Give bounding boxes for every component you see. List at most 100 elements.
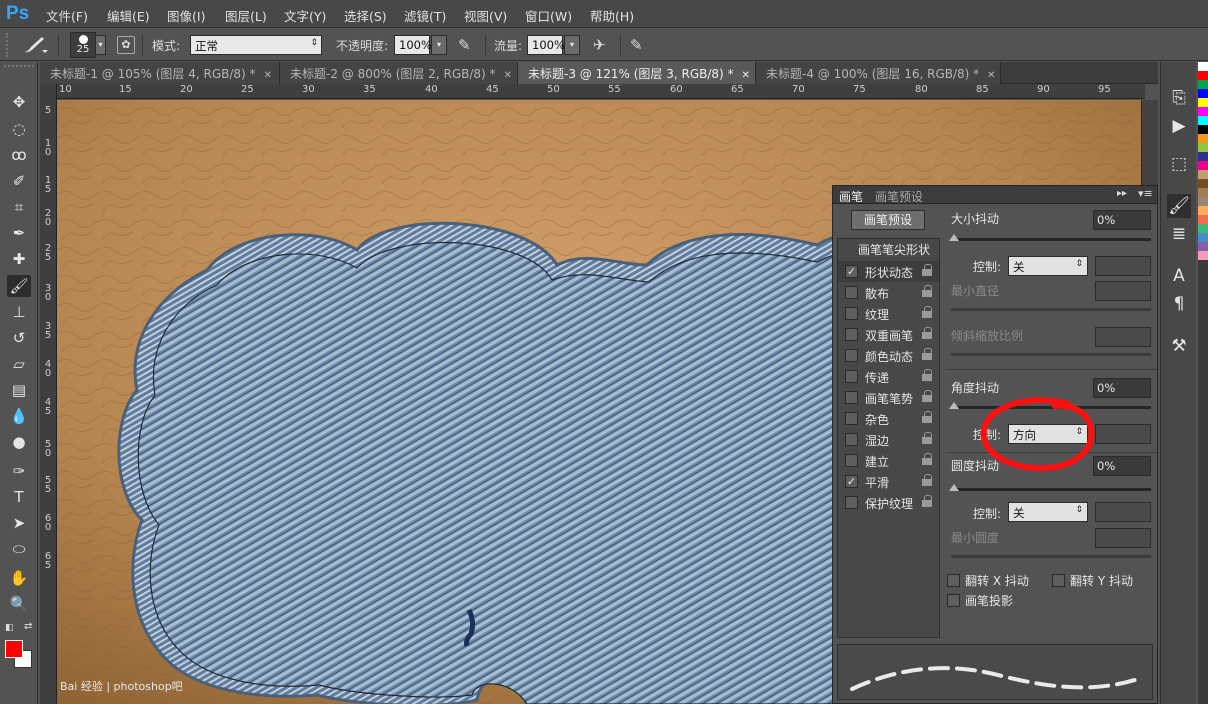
option-checkbox[interactable] xyxy=(845,496,858,509)
brush-size-dropdown[interactable]: ▾ xyxy=(95,35,106,55)
healing-brush-tool-icon[interactable]: ✚ xyxy=(7,248,31,270)
brush-option-item[interactable]: 传递 xyxy=(838,366,939,387)
lock-icon[interactable] xyxy=(922,453,932,465)
brush-option-item[interactable]: 双重画笔 xyxy=(838,324,939,345)
flow-dropdown[interactable]: ▾ xyxy=(564,35,580,55)
brush-presets-icon[interactable]: ≣ xyxy=(1167,222,1191,246)
lock-icon[interactable] xyxy=(922,306,932,318)
default-colors-icon[interactable]: ◧ xyxy=(5,623,14,633)
lasso-tool-icon[interactable]: ꝏ xyxy=(7,144,31,166)
brush-size-picker[interactable]: 25 xyxy=(70,32,96,58)
size-control-select[interactable]: 关 ⇕ xyxy=(1008,256,1088,276)
menu-help[interactable]: 帮助(H) xyxy=(590,6,634,25)
pen-tool-icon[interactable]: ✑ xyxy=(7,460,31,482)
lock-icon[interactable] xyxy=(922,369,932,381)
zoom-tool-icon[interactable]: 🔍 xyxy=(7,593,31,615)
tab-brush-presets[interactable]: 画笔预设 xyxy=(875,188,923,205)
option-checkbox[interactable] xyxy=(845,349,858,362)
menu-window[interactable]: 窗口(W) xyxy=(525,6,572,25)
brush-option-item[interactable]: 纹理 xyxy=(838,303,939,324)
brush-option-item[interactable]: 画笔笔势 xyxy=(838,387,939,408)
menu-layer[interactable]: 图层(L) xyxy=(225,6,267,25)
option-checkbox[interactable] xyxy=(845,433,858,446)
slider-knob[interactable] xyxy=(949,234,959,241)
paragraph-icon[interactable]: ¶ xyxy=(1167,292,1191,316)
slider-knob[interactable] xyxy=(949,484,959,491)
lock-icon[interactable] xyxy=(922,264,932,276)
lock-icon[interactable] xyxy=(922,327,932,339)
brush-tool-icon[interactable]: 🖌 xyxy=(7,275,31,297)
option-checkbox[interactable] xyxy=(845,370,858,383)
lock-icon[interactable] xyxy=(922,348,932,360)
angle-jitter-value[interactable]: 0% xyxy=(1093,378,1151,398)
lock-icon[interactable] xyxy=(922,495,932,507)
panel-menu-icon[interactable]: ▾≡ xyxy=(1138,187,1153,200)
document-tab[interactable]: 未标题-1 @ 105% (图层 4, RGB/8) * ✕ xyxy=(40,62,280,84)
eyedropper-tool-icon[interactable]: ✒ xyxy=(7,222,31,244)
close-icon[interactable]: ✕ xyxy=(987,70,995,81)
lock-icon[interactable] xyxy=(922,390,932,402)
document-tab[interactable]: 未标题-4 @ 100% (图层 16, RGB/8) * ✕ xyxy=(756,62,1001,84)
slider-knob[interactable] xyxy=(949,402,959,409)
history-brush-tool-icon[interactable]: ↺ xyxy=(7,327,31,349)
history-icon[interactable]: ⎘ xyxy=(1167,86,1191,110)
gradient-tool-icon[interactable]: ▤ xyxy=(7,379,31,401)
option-checkbox[interactable] xyxy=(845,286,858,299)
menu-type[interactable]: 文字(Y) xyxy=(284,6,326,25)
brush-tip-shape-item[interactable]: 画笔笔尖形状 xyxy=(858,241,930,258)
size-jitter-value[interactable]: 0% xyxy=(1093,210,1151,230)
swatches-strip[interactable] xyxy=(1198,62,1208,704)
option-checkbox[interactable]: ✓ xyxy=(845,265,858,278)
option-checkbox[interactable]: ✓ xyxy=(845,475,858,488)
menu-file[interactable]: 文件(F) xyxy=(46,6,88,25)
option-checkbox[interactable] xyxy=(845,412,858,425)
brush-option-item[interactable]: ✓ 形状动态 xyxy=(838,261,939,282)
menu-view[interactable]: 视图(V) xyxy=(464,6,507,25)
roundness-control-select[interactable]: 关 ⇕ xyxy=(1008,502,1088,522)
close-icon[interactable]: ✕ xyxy=(504,70,512,81)
close-icon[interactable]: ✕ xyxy=(264,70,272,81)
eraser-tool-icon[interactable]: ▱ xyxy=(7,353,31,375)
swap-colors-icon[interactable]: ⇄ xyxy=(24,621,32,632)
brush-tool-preset-icon[interactable] xyxy=(20,34,52,56)
menu-select[interactable]: 选择(S) xyxy=(344,6,387,25)
tool-presets-icon[interactable]: ⚒ xyxy=(1167,334,1191,358)
character-icon[interactable]: A xyxy=(1167,264,1191,288)
brush-option-item[interactable]: ✓ 平滑 xyxy=(838,471,939,492)
brush-option-item[interactable]: 散布 xyxy=(838,282,939,303)
mode-select[interactable]: 正常 ⇕ xyxy=(190,35,322,55)
hand-tool-icon[interactable]: ✋ xyxy=(7,567,31,589)
foreground-color-swatch[interactable] xyxy=(5,640,23,658)
option-checkbox[interactable] xyxy=(845,454,858,467)
layer-comps-icon[interactable]: ⬚ xyxy=(1167,152,1191,176)
stamp-tool-icon[interactable]: ⊥ xyxy=(7,301,31,323)
crop-tool-icon[interactable]: ⌗ xyxy=(7,196,31,218)
quick-select-tool-icon[interactable]: ✐ xyxy=(7,170,31,192)
brush-option-item[interactable]: 建立 xyxy=(838,450,939,471)
flip-x-checkbox[interactable] xyxy=(947,574,960,587)
collapse-icon[interactable]: ▸▸ xyxy=(1117,188,1127,199)
pressure-size-icon[interactable]: ✎ xyxy=(630,36,650,56)
option-checkbox[interactable] xyxy=(845,328,858,341)
document-tab[interactable]: 未标题-2 @ 800% (图层 2, RGB/8) * ✕ xyxy=(280,62,518,84)
move-tool-icon[interactable]: ✥ xyxy=(7,91,31,113)
brush-option-item[interactable]: 湿边 xyxy=(838,429,939,450)
brush-panel-toggle-icon[interactable]: ✿ xyxy=(117,36,135,54)
lock-icon[interactable] xyxy=(922,411,932,423)
menu-edit[interactable]: 编辑(E) xyxy=(107,6,150,25)
option-checkbox[interactable] xyxy=(845,307,858,320)
tab-brush[interactable]: 画笔 xyxy=(839,188,863,205)
brush-panel-icon[interactable]: 🖌 xyxy=(1167,194,1191,218)
close-icon[interactable]: ✕ xyxy=(742,70,750,81)
flip-y-checkbox[interactable] xyxy=(1052,574,1065,587)
brush-projection-checkbox[interactable] xyxy=(947,594,960,607)
menu-image[interactable]: 图像(I) xyxy=(167,6,205,25)
opacity-dropdown[interactable]: ▾ xyxy=(431,35,447,55)
type-tool-icon[interactable]: T xyxy=(7,486,31,508)
roundness-jitter-slider[interactable] xyxy=(949,484,1151,491)
lock-icon[interactable] xyxy=(922,285,932,297)
document-tab-active[interactable]: 未标题-3 @ 121% (图层 3, RGB/8) * ✕ xyxy=(518,62,756,84)
shape-tool-icon[interactable]: ⬭ xyxy=(7,538,31,560)
opacity-input[interactable]: 100% xyxy=(394,35,432,55)
path-select-tool-icon[interactable]: ➤ xyxy=(7,512,31,534)
